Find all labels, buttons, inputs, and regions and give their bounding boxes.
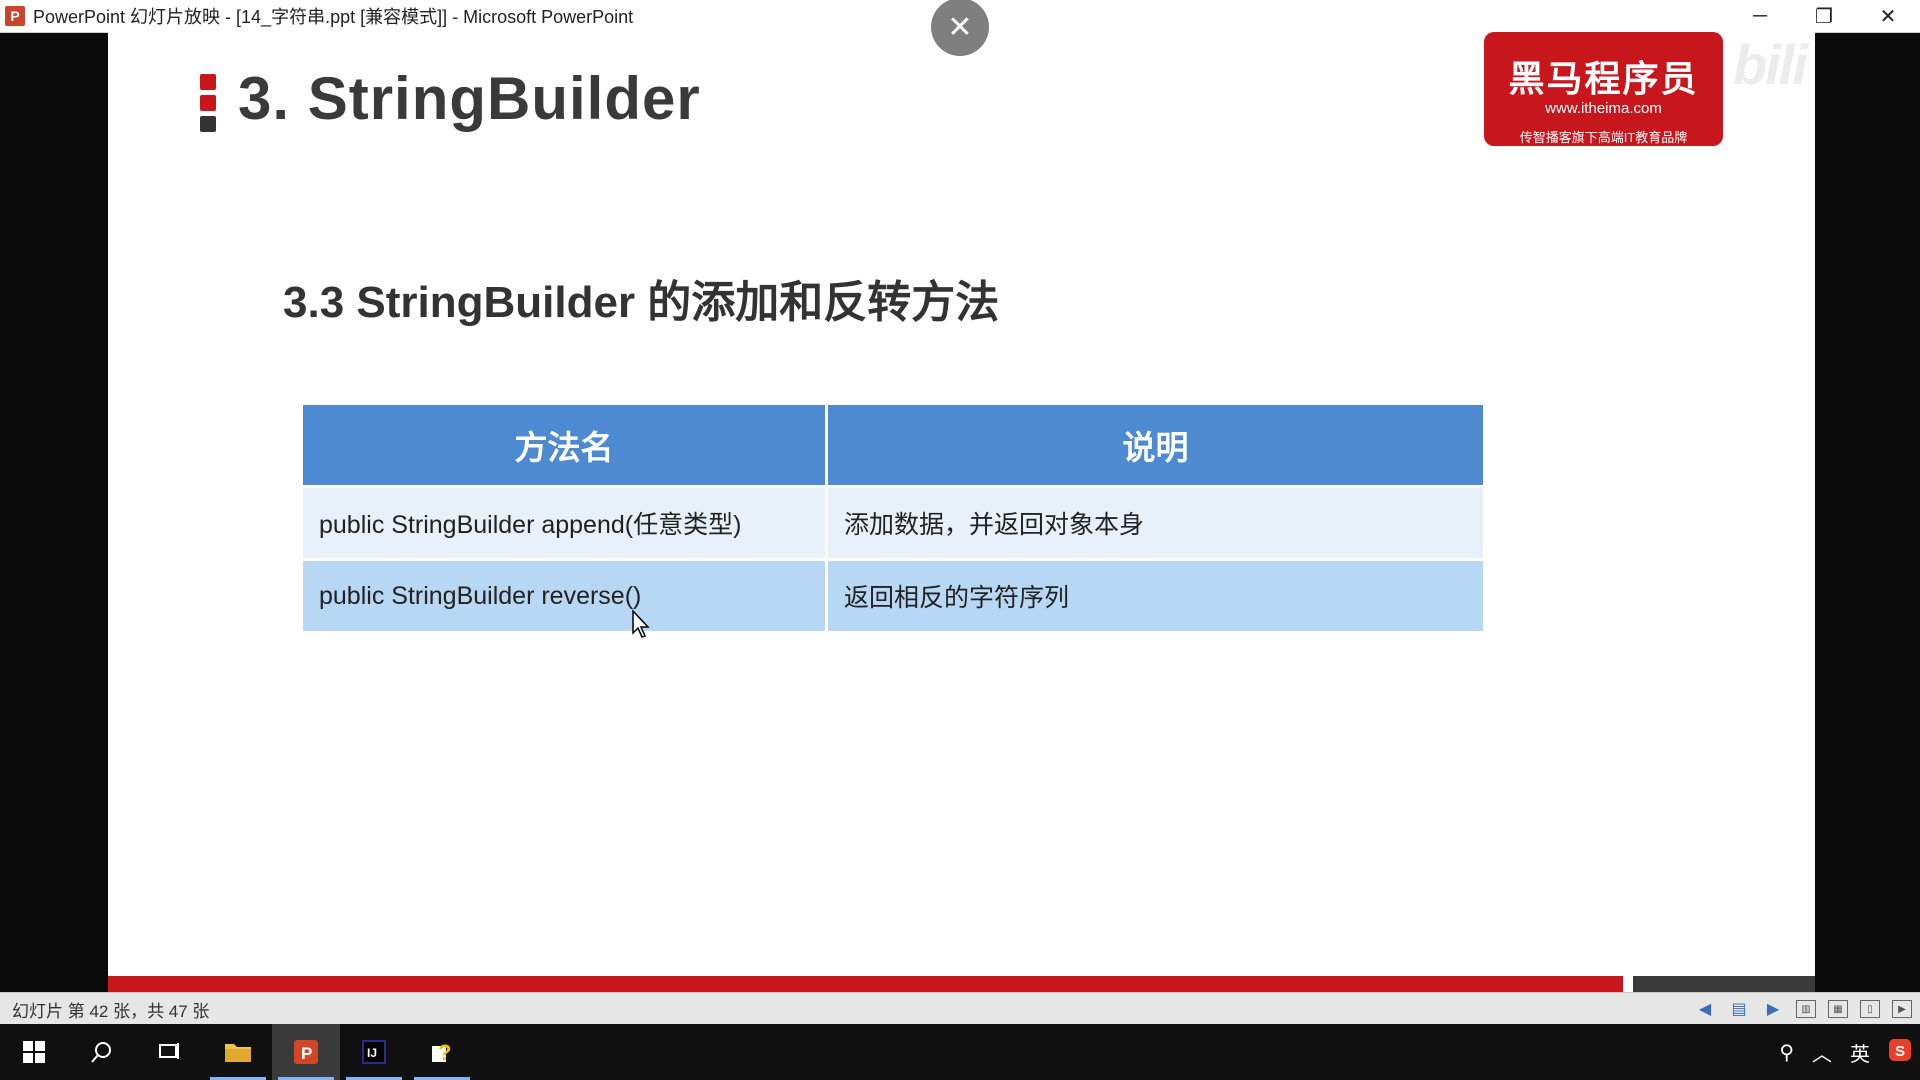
svg-text:P: P	[301, 1044, 312, 1063]
slide-canvas: 3. StringBuilder 黑马程序员 www.itheima.com 传…	[108, 32, 1815, 992]
table-cell-description: 添加数据，并返回对象本身	[826, 485, 1483, 560]
section-heading: 3.3 StringBuilder 的添加和反转方法	[283, 278, 1000, 327]
previous-slide-icon[interactable]: ◀	[1694, 998, 1716, 1020]
table-header-description: 说明	[826, 405, 1483, 487]
task-view-icon[interactable]	[136, 1024, 204, 1080]
next-slide-icon[interactable]: ▶	[1762, 998, 1784, 1020]
powerpoint-taskbar-icon[interactable]: P	[272, 1024, 340, 1080]
statusbar: 幻灯片 第 42 张，共 47 张 ◀ ▤ ▶ ▥ ▦ ▯ ▶	[0, 992, 1920, 1025]
normal-view-icon[interactable]: ▥	[1796, 1000, 1816, 1018]
powerpoint-icon: P	[5, 6, 25, 26]
svg-text:?: ?	[438, 1040, 451, 1065]
table-header-method: 方法名	[303, 405, 828, 487]
reading-view-icon[interactable]: ▯	[1860, 1000, 1880, 1018]
help-app-icon[interactable]: ?	[408, 1024, 476, 1080]
overlay-close-button[interactable]: ✕	[931, 0, 989, 56]
minimize-button[interactable]: ─	[1728, 0, 1792, 32]
slide-sorter-icon[interactable]: ▦	[1828, 1000, 1848, 1018]
logo-slogan: 传智播客旗下高端IT教育品牌	[1519, 130, 1688, 145]
bilibili-watermark: bili	[1733, 33, 1808, 96]
table-cell-method: public StringBuilder reverse()	[303, 558, 828, 631]
input-language[interactable]: 英	[1850, 1038, 1870, 1067]
slide-title: 3. StringBuilder	[238, 65, 701, 132]
system-tray: ⚲ ︿ 英 S	[1779, 1024, 1912, 1080]
slide-footer-bar	[108, 976, 1815, 992]
slide-count: 幻灯片 第 42 张，共 47 张	[12, 1001, 210, 1021]
show-hidden-icons-icon[interactable]: ︿	[1812, 1038, 1832, 1067]
svg-text:S: S	[1895, 1043, 1905, 1060]
methods-table: 方法名 说明 public StringBuilder append(任意类型)…	[303, 405, 1483, 631]
search-icon[interactable]	[68, 1024, 136, 1080]
table-cell-description: 返回相反的字符序列	[826, 558, 1483, 631]
table-row: public StringBuilder reverse() 返回相反的字符序列	[303, 558, 1483, 631]
taskbar: P IJ ? ⚲ ︿ 英 S	[0, 1024, 1920, 1080]
close-window-button[interactable]: ✕	[1856, 0, 1920, 32]
table-row: public StringBuilder append(任意类型) 添加数据，并…	[303, 485, 1483, 560]
mouse-cursor-icon	[632, 609, 650, 638]
restore-button[interactable]: ❐	[1792, 0, 1856, 32]
network-icon[interactable]: ⚲	[1779, 1040, 1794, 1065]
itheima-logo: 黑马程序员 www.itheima.com 传智播客旗下高端IT教育品牌	[1484, 32, 1723, 146]
table-cell-method: public StringBuilder append(任意类型)	[303, 485, 828, 560]
sogou-input-icon[interactable]: S	[1888, 1038, 1912, 1067]
svg-text:IJ: IJ	[367, 1046, 377, 1060]
logo-url: www.itheima.com	[1545, 100, 1662, 117]
slideshow-view-icon[interactable]: ▶	[1892, 1000, 1912, 1018]
intellij-idea-icon[interactable]: IJ	[340, 1024, 408, 1080]
windows-start-icon[interactable]	[0, 1024, 68, 1080]
table-header-row: 方法名 说明	[303, 405, 1483, 487]
file-explorer-icon[interactable]	[204, 1024, 272, 1080]
status-controls: ◀ ▤ ▶ ▥ ▦ ▯ ▶	[1694, 993, 1912, 1025]
logo-brand: 黑马程序员	[1508, 58, 1699, 99]
title-marker-icon	[200, 74, 216, 137]
window-controls: ─ ❐ ✕	[1728, 0, 1920, 32]
window-title: PowerPoint 幻灯片放映 - [14_字符串.ppt [兼容模式]] -…	[33, 7, 634, 27]
notes-icon[interactable]: ▤	[1728, 998, 1750, 1020]
